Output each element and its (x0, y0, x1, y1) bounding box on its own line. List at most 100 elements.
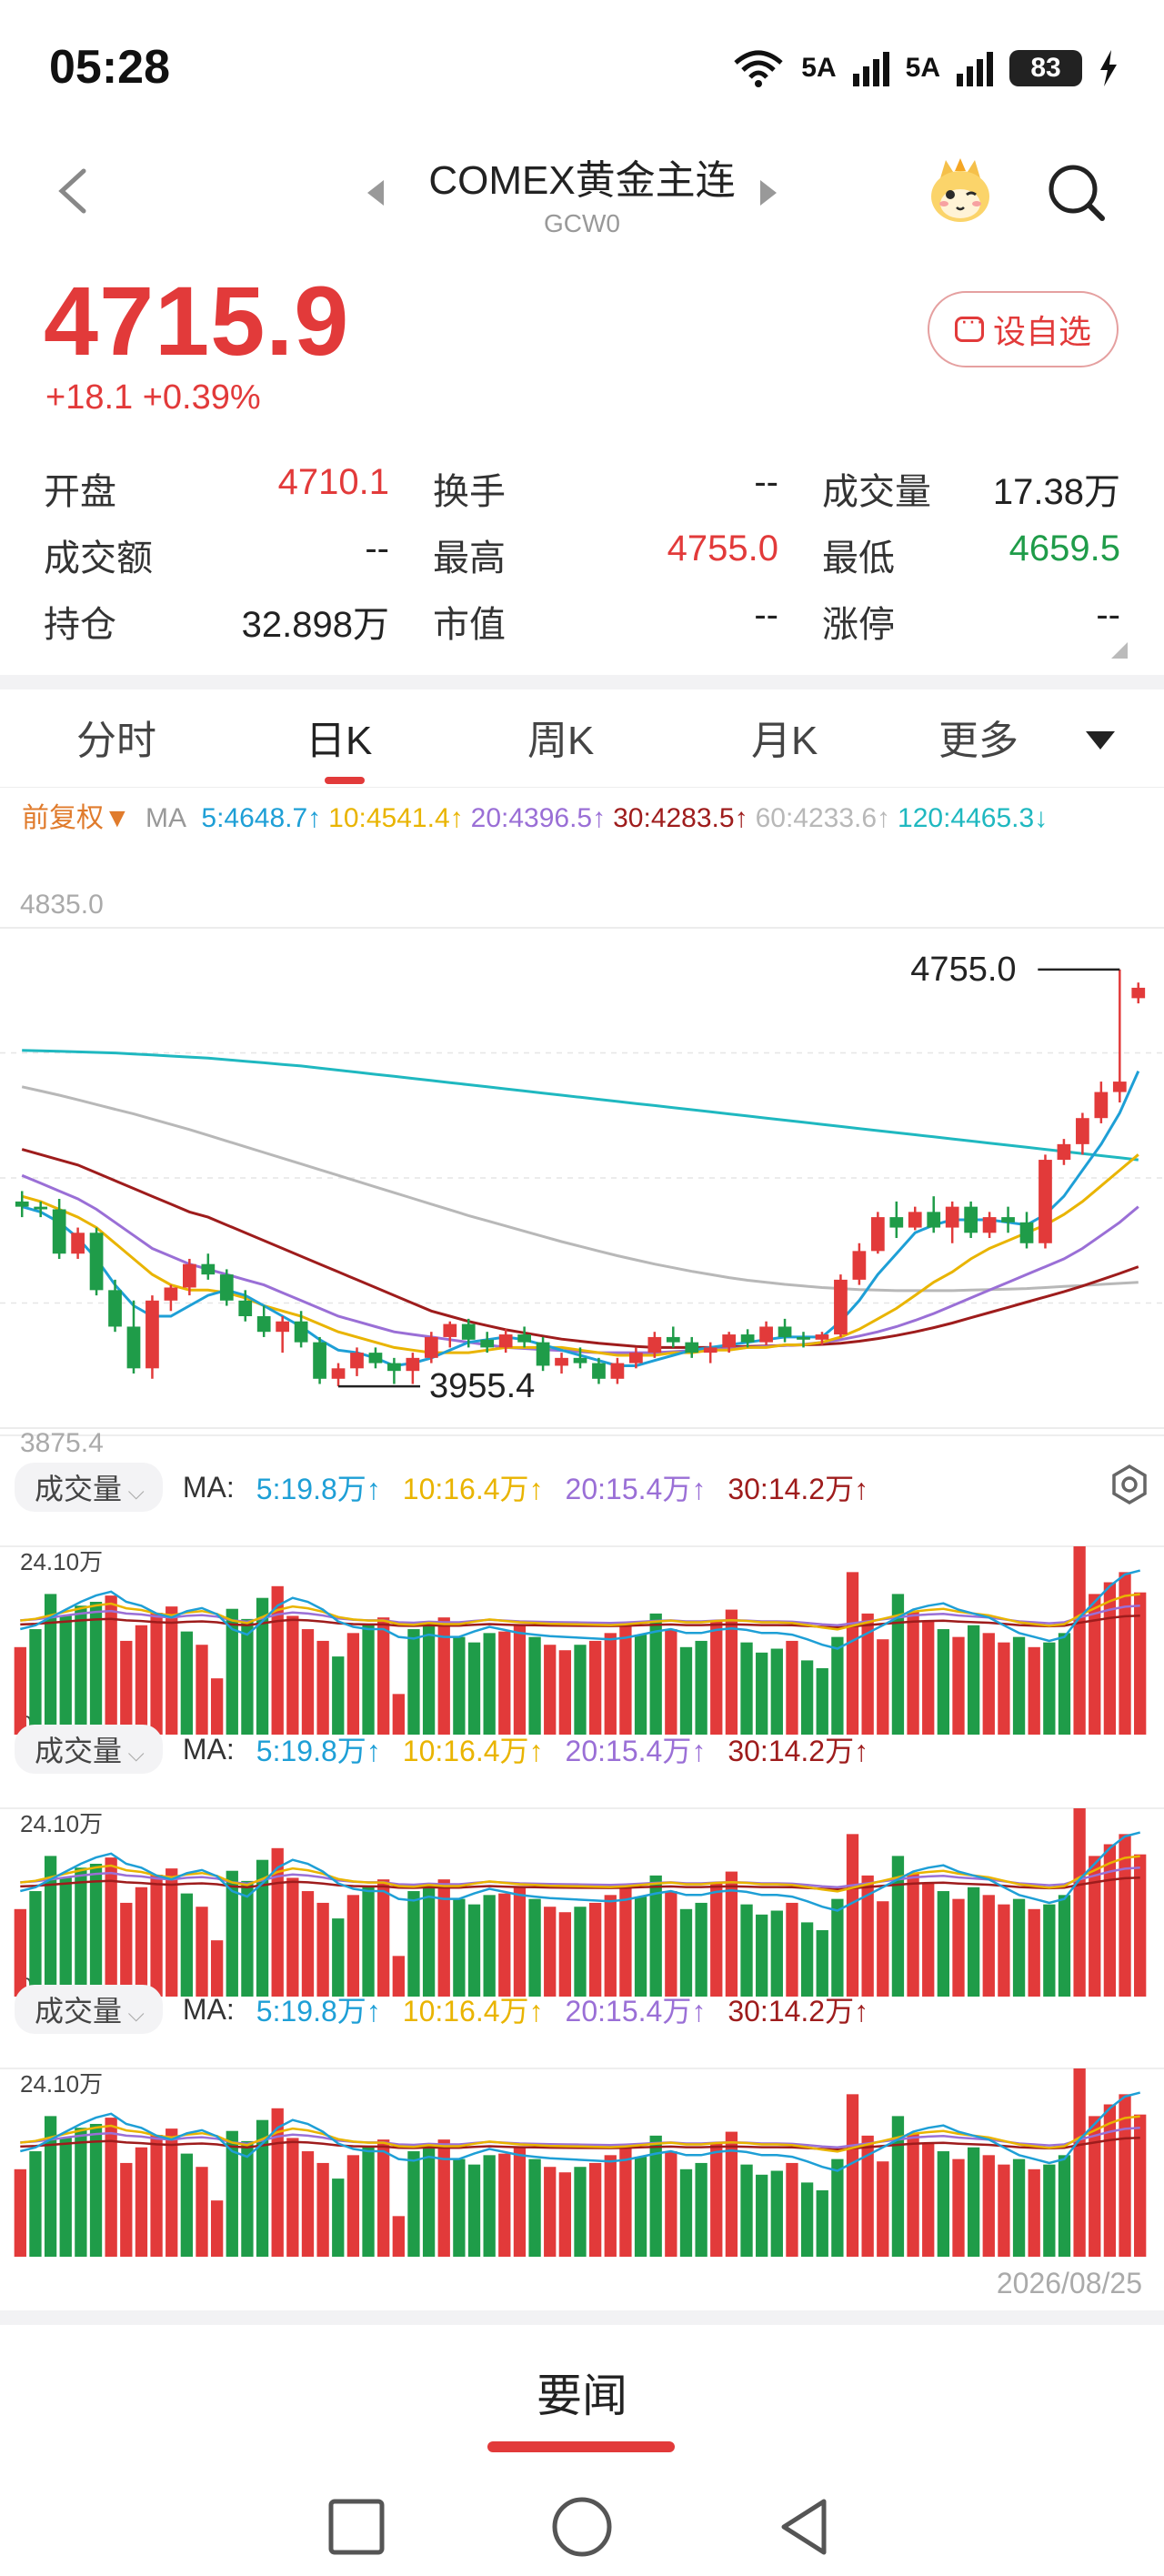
y-min-label: 3875.4 (20, 1428, 104, 1458)
volume-ma-item: 10:16.4万↑ (402, 1473, 544, 1505)
back-button[interactable] (781, 2499, 827, 2555)
stat-item: 最高 4755.0 (433, 519, 778, 586)
search-icon[interactable] (1044, 160, 1109, 226)
volume-bar (196, 1907, 208, 1997)
ma10-line (21, 1153, 1139, 1357)
mascot-avatar-icon[interactable] (924, 155, 997, 227)
volume-ma-label: MA: (182, 1732, 235, 1766)
home-button[interactable] (552, 2497, 612, 2557)
add-favorite-button[interactable]: 设自选 (928, 291, 1119, 367)
volume-bar (332, 2179, 345, 2257)
volume-bar (1028, 1646, 1040, 1735)
stat-item: 涨停 -- (822, 586, 1120, 652)
volume-bar (150, 2135, 163, 2257)
stat-value: 4710.1 (277, 462, 389, 502)
volume-bar (982, 1633, 995, 1735)
add-favorite-label: 设自选 (992, 313, 1091, 350)
candle-body (1131, 987, 1146, 999)
volume-bar (558, 1912, 572, 1997)
stat-label: 持仓 (44, 605, 116, 645)
tab-news[interactable]: 要闻 (0, 2360, 1164, 2425)
candle-body (387, 1363, 401, 1372)
section-divider (0, 675, 1164, 689)
kline-chart[interactable]: 4835.03875.44755.03955.424.10万024.10万024… (0, 873, 1164, 2301)
volume-bar (937, 1891, 950, 1997)
volume-bar (770, 1910, 783, 1997)
volume-bar (316, 2162, 329, 2257)
volume-indicator-selector[interactable]: 成交量 (15, 1985, 163, 2034)
tab-monthly-k[interactable]: 月K (751, 708, 818, 766)
volume-bar (1012, 1898, 1026, 1997)
volume-ma-item: 5:19.8万↑ (256, 1473, 381, 1505)
settings-gear-icon[interactable] (1108, 1463, 1151, 1506)
next-contract-icon[interactable] (760, 180, 777, 206)
stat-value: -- (754, 462, 778, 502)
candle-body (480, 1339, 495, 1348)
volume-bar (241, 1880, 254, 1997)
volume-bar (392, 2216, 405, 2257)
volume-bar (1043, 1904, 1056, 1997)
stat-value: 4755.0 (667, 528, 778, 569)
stat-value: 4659.5 (1008, 528, 1120, 569)
volume-bar (166, 2128, 178, 2257)
candle-body (108, 1290, 122, 1327)
tab-daily-k[interactable]: 日K (306, 708, 372, 766)
volume-bar (574, 1907, 587, 1997)
volume-bar (952, 2158, 965, 2257)
volume-bar (816, 1929, 828, 1997)
stat-item: 市值 -- (433, 586, 778, 652)
stat-label: 换手 (433, 472, 506, 512)
volume-ma-item: 5:19.8万↑ (256, 1735, 381, 1767)
candle-body (927, 1212, 941, 1228)
volume-bar (286, 1615, 299, 1735)
recent-apps-button[interactable] (328, 2499, 385, 2555)
candle-body (34, 1206, 48, 1210)
candle-body (740, 1334, 755, 1343)
volume-bar (1134, 2114, 1147, 2257)
volume-bar (135, 1887, 148, 1997)
volume-bar (346, 1895, 360, 1997)
volume-bar (301, 2151, 315, 2257)
volume-bar (196, 2167, 208, 2257)
expand-corner-icon[interactable] (1111, 642, 1128, 659)
candle-body (610, 1363, 625, 1379)
volume-bar (467, 1904, 481, 1997)
volume-indicator-selector[interactable]: 成交量 (15, 1725, 163, 1774)
volume-indicator-selector[interactable]: 成交量 (15, 1463, 163, 1512)
volume-bar (1058, 2155, 1071, 2257)
header: COMEX黄金主连 GCW0 (0, 136, 1164, 246)
volume-bar (166, 1606, 178, 1735)
status-icons: 5A 5A 83 (732, 45, 1119, 91)
volume-bar (1134, 1854, 1147, 1997)
volume-bar (75, 1605, 87, 1735)
volume-bar (75, 2128, 87, 2257)
volume-bar (679, 2168, 693, 2257)
stat-value: 32.898万 (241, 605, 389, 645)
tab-weekly-k[interactable]: 周K (527, 708, 594, 766)
volume-bar (588, 1640, 602, 1735)
candle-body (1094, 1092, 1109, 1119)
candle-body (424, 1336, 438, 1358)
ma-legend: 前复权▼ MA 5:4648.7↑ 10:4541.4↑ 20:4396.5↑ 30:… (22, 800, 1149, 837)
volume-bar (513, 1887, 527, 1997)
back-arrow-icon[interactable] (47, 164, 102, 218)
quote-stats: 开盘 4710.1 换手 -- 成交量 17.38万 成交额 -- 最高 4755.0 最低 4659… (44, 453, 1120, 652)
volume-bar (800, 1922, 814, 1997)
volume-bar (574, 2167, 587, 2257)
volume-bar (483, 1633, 496, 1735)
ma-legend-item: 60:4233.6↑ (755, 803, 891, 833)
adjust-selector[interactable]: 前复权▼ (22, 803, 131, 833)
contract-code: GCW0 (544, 209, 620, 237)
volume-bar (1103, 1844, 1117, 1997)
tab-intraday[interactable]: 分时 (76, 708, 156, 766)
volume-bar (544, 1645, 557, 1735)
volume-bar (89, 1863, 103, 1997)
candle-body (15, 1201, 29, 1207)
signal-icon-1 (852, 50, 889, 86)
more-dropdown-icon[interactable] (1086, 731, 1115, 750)
volume-bar (89, 2123, 103, 2257)
volume-bar (1134, 1592, 1147, 1735)
candle-body (1112, 1082, 1127, 1092)
volume-bar (210, 2200, 224, 2257)
tab-more[interactable]: 更多 (938, 708, 1018, 766)
